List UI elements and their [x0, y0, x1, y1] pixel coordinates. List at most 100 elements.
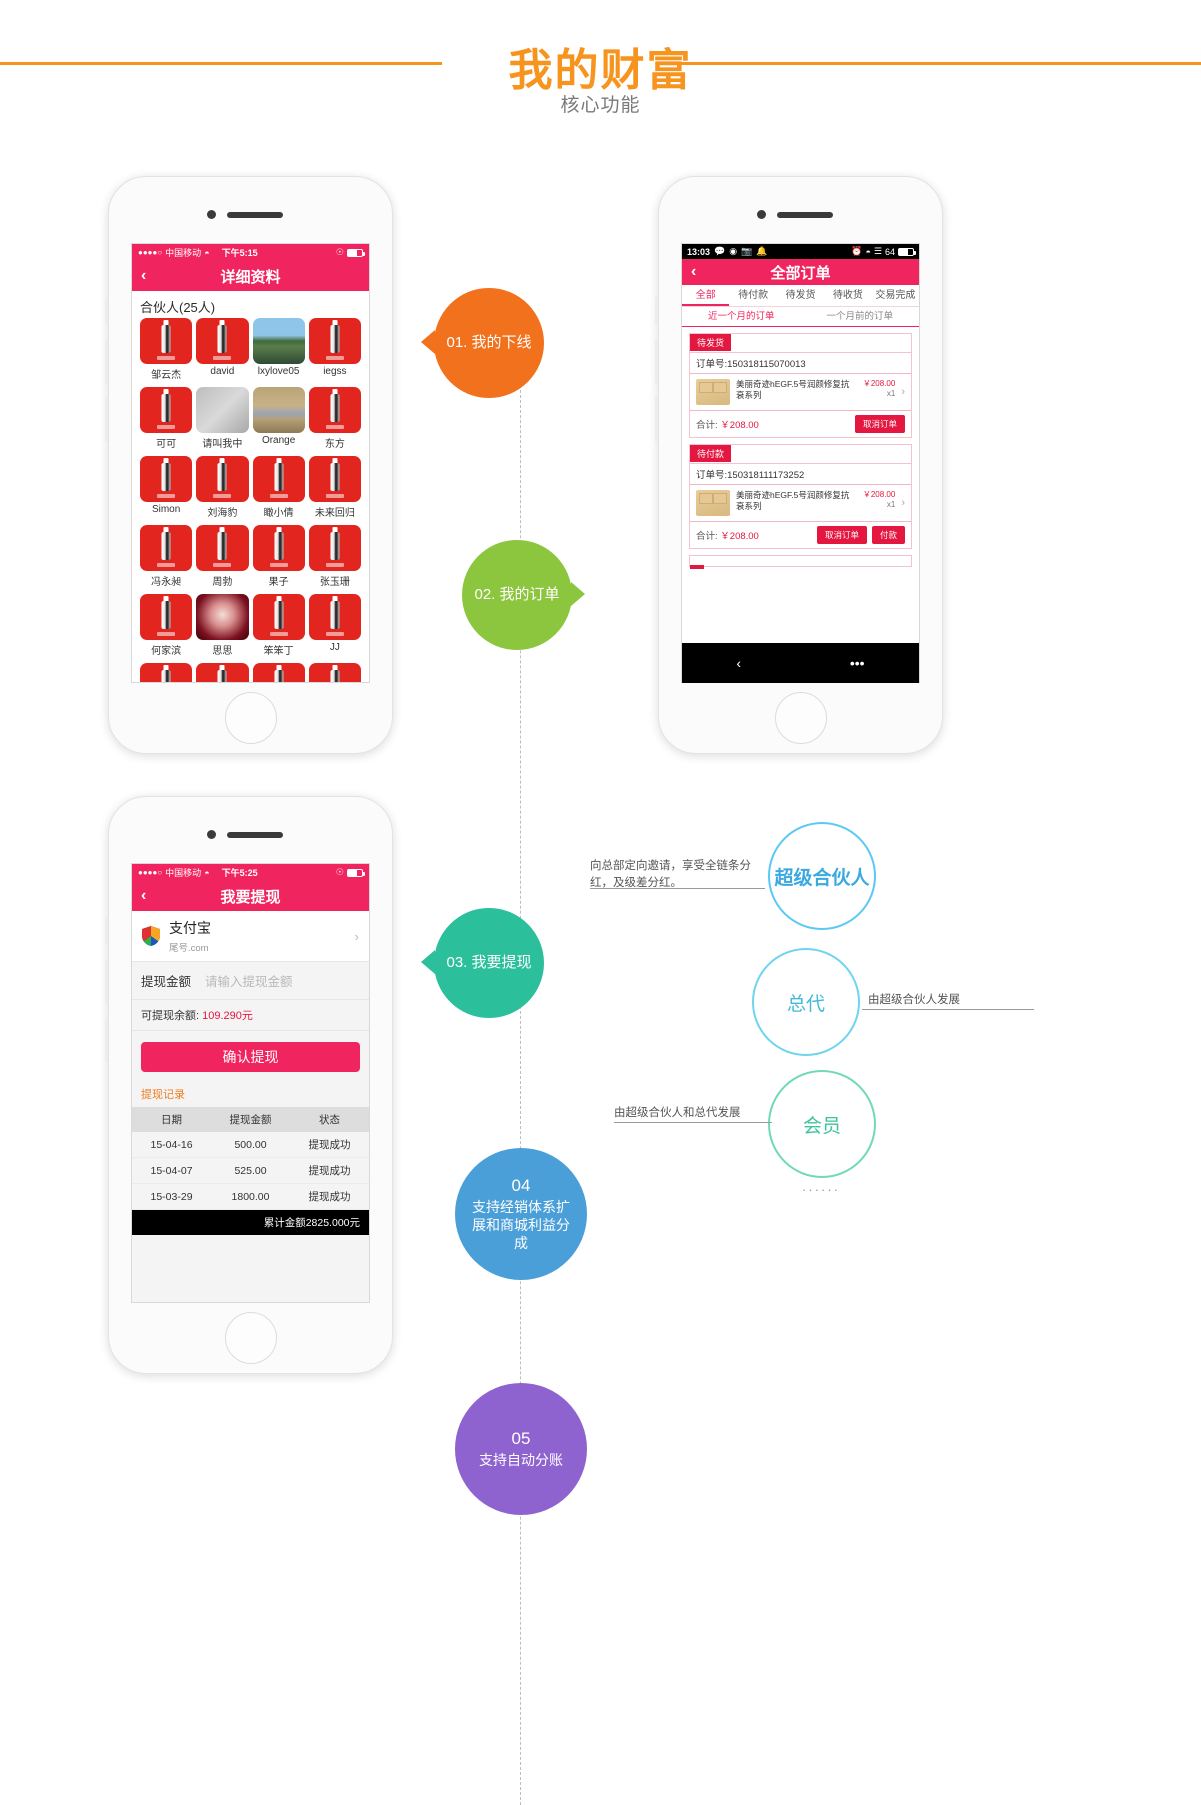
order-tab[interactable]: 待付款 [729, 285, 776, 306]
partner-cell[interactable]: 东方 [308, 387, 361, 450]
step-badge-03[interactable]: 03. 我要提现 [421, 908, 544, 1018]
step-pointer [571, 582, 585, 606]
price-value: ￥208.00 [862, 379, 896, 388]
partner-cell[interactable]: 邹云杰 [140, 318, 193, 381]
product-name: 美丽奇迹hEGF.5号润颜修复抗衰系列 [736, 490, 850, 511]
partner-cell[interactable]: 可可 [140, 387, 193, 450]
partners-section-title: 合伙人(25人) [140, 300, 216, 315]
partner-cell[interactable]: david [196, 318, 249, 381]
step-label: 支持经销体系扩展和商城利益分成 [472, 1199, 570, 1251]
phone1-navbar: ‹ 详细资料 [132, 261, 369, 291]
partner-cell[interactable]: 思思 [196, 594, 249, 657]
order-action-button[interactable]: 取消订单 [854, 415, 905, 433]
android-menu-button[interactable]: ••• [850, 655, 865, 671]
partner-name: 邹云杰 [151, 370, 182, 381]
withdraw-amount-row[interactable]: 提现金额 请输入提现金额 [132, 962, 369, 1000]
partner-name: 东方 [324, 439, 345, 450]
partner-cell[interactable]: 周勃 [196, 525, 249, 588]
partner-cell[interactable]: 刘海豹 [196, 456, 249, 519]
table-column-header: 日期 [132, 1107, 212, 1132]
order-subtab[interactable]: 一个月前的订单 [801, 307, 920, 326]
partner-avatar [252, 663, 305, 682]
order-total-label: 合计: [696, 531, 718, 542]
order-tab[interactable]: 全部 [682, 285, 730, 306]
partner-cell[interactable]: 张玉珊 [308, 525, 361, 588]
android-back-button[interactable]: ‹ [736, 655, 741, 671]
partner-cell[interactable]: 何家滨 [140, 594, 193, 657]
withdraw-amount-input[interactable]: 请输入提现金额 [205, 971, 293, 990]
partner-cell[interactable] [196, 663, 249, 682]
chevron-right-icon[interactable]: › [901, 497, 905, 509]
earpiece-speaker [227, 212, 283, 218]
order-action-button[interactable]: 取消订单 [816, 526, 867, 544]
home-button[interactable] [775, 692, 827, 744]
partner-cell[interactable]: Orange [252, 387, 305, 450]
order-action-button[interactable]: 付款 [871, 526, 905, 544]
table-column-header: 状态 [290, 1107, 369, 1132]
order-tabs: 全部 待付款 待发货 待收货 交易完成 [682, 285, 919, 307]
payment-account-row[interactable]: 支付宝 尾号.com › [132, 911, 369, 962]
status-time: 下午5:25 [221, 868, 258, 878]
back-button[interactable]: ‹ [141, 267, 146, 285]
hierarchy-node-member[interactable]: 会员 [768, 1070, 876, 1178]
partner-cell[interactable]: iegss [308, 318, 361, 381]
bluetooth-icon: ☉ [335, 867, 344, 877]
partner-avatar [140, 594, 193, 640]
chevron-right-icon[interactable]: › [355, 929, 359, 944]
partner-avatar [252, 456, 305, 502]
home-button[interactable] [225, 1312, 277, 1364]
photo-icon: 📷 [741, 246, 753, 256]
order-card-partial[interactable] [689, 555, 912, 569]
partner-cell[interactable]: 果子 [252, 525, 305, 588]
order-card[interactable]: 待发货 订单号:150318115070013 美丽奇迹hEGF.5号润颜修复抗衰系… [689, 333, 912, 438]
step-badge-04[interactable]: 04 支持经销体系扩展和商城利益分成 [455, 1148, 587, 1280]
partner-cell[interactable]: Simon [140, 456, 193, 519]
partner-cell[interactable] [308, 663, 361, 682]
product-price: ￥208.00 x1 [863, 379, 895, 405]
phone-side-button [105, 959, 108, 1004]
chevron-right-icon[interactable]: › [901, 386, 905, 398]
step-badge-05[interactable]: 05 支持自动分账 [455, 1383, 587, 1515]
order-subtab[interactable]: 近一个月的订单 [682, 307, 801, 326]
hierarchy-node-super-partner[interactable]: 超级合伙人 [768, 822, 876, 930]
order-status-badge [690, 565, 704, 569]
phone-side-button [105, 397, 108, 442]
phone2-title: 全部订单 [770, 264, 831, 282]
step-badge-01[interactable]: 01. 我的下线 [421, 288, 544, 398]
partner-cell[interactable]: 笨笨丁 [252, 594, 305, 657]
order-tab[interactable]: 待收货 [824, 285, 871, 306]
order-product-row[interactable]: 美丽奇迹hEGF.5号润颜修复抗衰系列 ￥208.00 x1 › [690, 485, 911, 522]
android-navbar: ‹ ••• [682, 643, 919, 683]
partner-cell[interactable]: 请叫我中 [196, 387, 249, 450]
order-tab[interactable]: 交易完成 [872, 285, 919, 306]
partner-name: iegss [323, 366, 347, 377]
confirm-withdraw-button[interactable]: 确认提现 [141, 1042, 360, 1072]
partner-cell[interactable]: lxylove05 [252, 318, 305, 381]
back-button[interactable]: ‹ [141, 887, 146, 905]
partner-cell[interactable] [252, 663, 305, 682]
step-badge-02[interactable]: 02. 我的订单 [462, 540, 585, 650]
step-number: 04 [511, 1176, 531, 1196]
signal-dots-icon: ●●●●○ [138, 248, 163, 257]
partner-cell[interactable]: 瞰小倩 [252, 456, 305, 519]
partner-avatar [308, 594, 361, 640]
partner-cell[interactable]: JJ [308, 594, 361, 657]
partner-cell[interactable]: 未来回归 [308, 456, 361, 519]
hierarchy-node-general-agent[interactable]: 总代 [752, 948, 860, 1056]
phone-mockup-partners: ●●●●○ 中国移动 ◓ 下午5:15 ☉ ‹ 详细资料 合伙人(25人) 邹云… [105, 176, 393, 754]
back-button[interactable]: ‹ [691, 263, 696, 281]
wifi-icon: ◓ [204, 247, 210, 258]
order-tab[interactable]: 待发货 [777, 285, 824, 306]
partner-cell[interactable]: 冯永昶 [140, 525, 193, 588]
order-product-row[interactable]: 美丽奇迹hEGF.5号润颜修复抗衰系列 ￥208.00 x1 › [690, 374, 911, 411]
home-button[interactable] [225, 692, 277, 744]
partner-cell[interactable] [140, 663, 193, 682]
order-card[interactable]: 待付款 订单号:150318111173252 美丽奇迹hEGF.5号润颜修复抗衰系… [689, 444, 912, 549]
step-pointer [421, 330, 435, 354]
phone3-screen: ●●●●○ 中国移动 ◓ 下午5:25 ☉ ‹ 我要提现 支付宝 尾号.com … [131, 863, 370, 1303]
carrier-label: 中国移动 [165, 248, 202, 258]
hierarchy-diagram: 超级合伙人 总代 会员 向总部定向邀请，享受全链条分红，及级差分红。 由超级合伙… [590, 800, 1034, 1220]
partner-avatar [308, 663, 361, 682]
phone2-screen: 13:03 💬 ◉ 📷 🔔 ⏰ ◓ ☰ 64 ‹ 全部订单 全部 待付款 待发货 待收… [681, 243, 920, 683]
partner-name: JJ [329, 642, 340, 653]
